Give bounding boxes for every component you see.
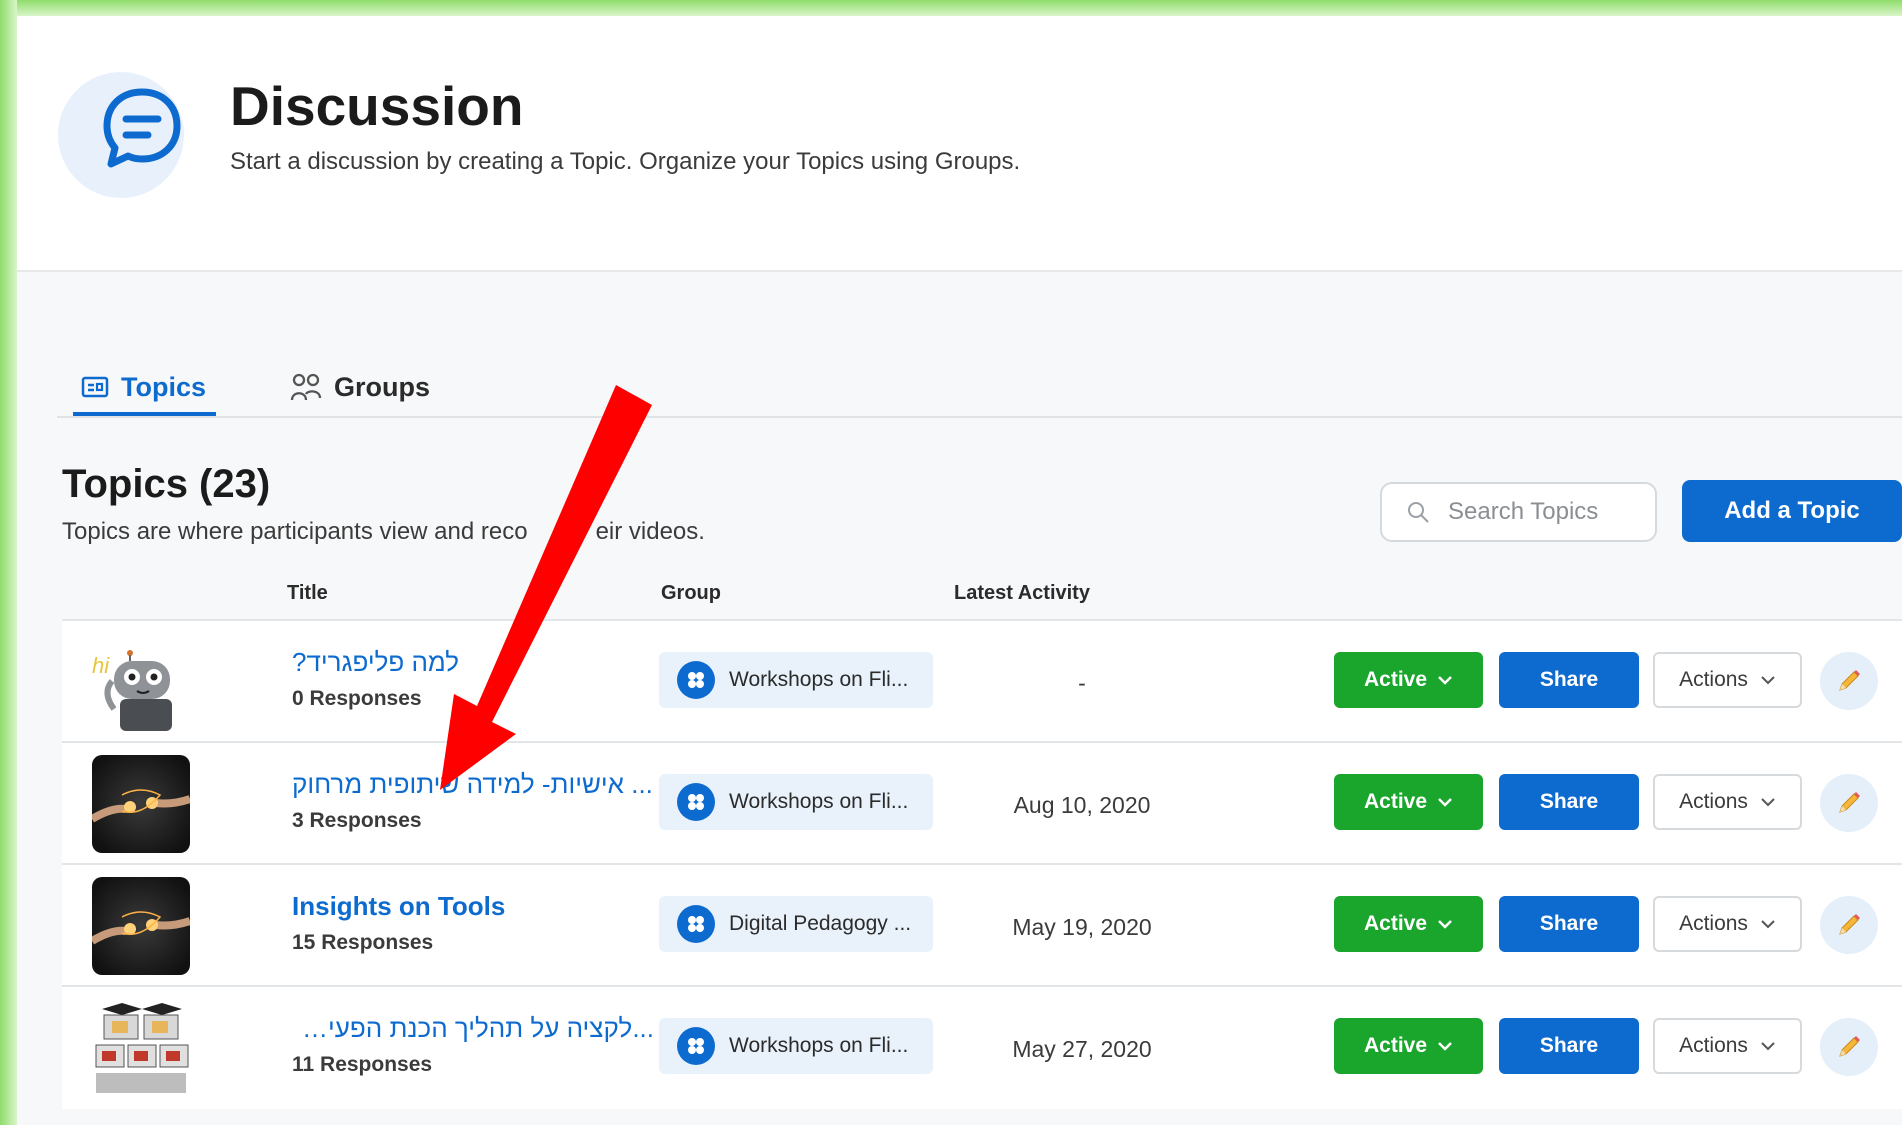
pencil-icon [1839,914,1860,935]
topic-thumbnail-sparks[interactable] [92,755,190,853]
actions-dropdown-button[interactable]: Actions [1653,1018,1802,1074]
status-label: Active [1363,668,1428,691]
latest-activity: - [1078,670,1086,696]
tab-topics[interactable]: Topics [73,360,217,416]
actions-label: Actions [1679,912,1748,935]
status-label: Active [1363,912,1428,935]
column-header-title[interactable]: Title [287,582,328,605]
status-label: Active [1363,790,1428,813]
topic-group-chip[interactable]: Workshops on Fli... [659,774,933,830]
topics-heading: Topics (23) [62,462,271,506]
search-input[interactable] [1446,497,1650,527]
edit-button[interactable] [1820,774,1878,832]
column-header-latest-activity[interactable]: Latest Activity [954,582,1090,605]
chevron-down-icon [1438,798,1452,807]
chevron-down-icon [1761,798,1775,807]
pencil-icon [1839,670,1860,691]
page-subtitle: Start a discussion by creating a Topic. … [230,148,1021,175]
main-content: Topics Groups Topics (23) Topics are whe… [17,272,1902,1125]
share-button[interactable]: Share [1499,774,1639,830]
edit-button[interactable] [1820,896,1878,954]
table-row[interactable]: hi למה פליפגריד? 0 Responses Workshops o [62,619,1902,743]
chevron-down-icon [1438,920,1452,929]
status-label: Active [1363,1034,1428,1057]
group-icon [677,661,715,699]
status-dropdown-button[interactable]: Active [1334,896,1483,952]
topics-icon [81,376,109,398]
tab-groups-label: Groups [334,371,431,402]
topic-group-chip[interactable]: Workshops on Fli... [659,1018,933,1074]
groups-icon [290,373,322,401]
topic-title-link[interactable]: ...לקציה על תהליך הכנת הפעילות [292,1013,654,1044]
share-button[interactable]: Share [1499,1018,1639,1074]
search-icon [1408,502,1429,523]
topic-group-chip[interactable]: Workshops on Fli... [659,652,933,708]
topic-response-count: 15 Responses [292,931,434,954]
group-name: Digital Pedagogy ... [729,912,912,935]
topic-thumbnail-graduates[interactable] [92,999,190,1097]
topic-thumbnail-sparks[interactable] [92,877,190,975]
table-row[interactable]: Insights on Tools 15 Responses Digital P… [62,863,1902,987]
page-header: Discussion Start a discussion by creatin… [17,16,1902,272]
topic-response-count: 0 Responses [292,687,422,710]
screenshot-frame-top [0,0,1902,16]
group-name: Workshops on Fli... [729,1034,909,1057]
latest-activity: May 27, 2020 [1012,1036,1152,1062]
topic-title-link[interactable]: ... אישיות- למידה שיתופית מרחוק [292,769,654,800]
actions-dropdown-button[interactable]: Actions [1653,896,1802,952]
group-icon [677,905,715,943]
column-header-group[interactable]: Group [661,582,721,605]
chevron-down-icon [1761,920,1775,929]
add-topic-button[interactable]: Add a Topic [1682,480,1902,542]
actions-dropdown-button[interactable]: Actions [1653,774,1802,830]
topic-group-chip[interactable]: Digital Pedagogy ... [659,896,933,952]
group-name: Workshops on Fli... [729,790,909,813]
topics-description: Topics are where participants view and r… [62,518,705,545]
chevron-down-icon [1761,676,1775,685]
share-button[interactable]: Share [1499,896,1639,952]
actions-dropdown-button[interactable]: Actions [1653,652,1802,708]
screenshot-frame-left [0,0,17,1125]
status-dropdown-button[interactable]: Active [1334,1018,1483,1074]
page-title: Discussion [230,75,524,137]
table-row[interactable]: ...לקציה על תהליך הכנת הפעילות 11 Respon… [62,985,1902,1109]
tab-groups[interactable]: Groups [290,360,430,414]
share-button[interactable]: Share [1499,652,1639,708]
group-icon [677,1027,715,1065]
chevron-down-icon [1438,676,1452,685]
edit-button[interactable] [1820,1018,1878,1076]
topic-response-count: 11 Responses [292,1053,433,1076]
status-dropdown-button[interactable]: Active [1334,774,1483,830]
latest-activity: Aug 10, 2020 [1013,792,1151,818]
pencil-icon [1839,1036,1860,1057]
actions-label: Actions [1679,790,1748,813]
edit-button[interactable] [1820,652,1878,710]
search-box[interactable] [1380,482,1657,542]
group-icon [677,783,715,821]
topic-response-count: 3 Responses [292,809,422,832]
actions-label: Actions [1679,668,1748,691]
pencil-icon [1839,792,1860,813]
chevron-down-icon [1438,1042,1452,1051]
tab-topics-label: Topics [121,371,207,402]
svg-text:hi: hi [92,653,110,678]
topic-title-link[interactable]: למה פליפגריד? [292,647,654,678]
discussion-icon [58,72,184,198]
chevron-down-icon [1761,1042,1775,1051]
group-name: Workshops on Fli... [729,668,909,691]
topic-title-link[interactable]: Insights on Tools [292,891,654,922]
latest-activity: May 19, 2020 [1012,914,1152,940]
status-dropdown-button[interactable]: Active [1334,652,1483,708]
tab-bar: Topics Groups [57,360,1902,418]
table-row[interactable]: ... אישיות- למידה שיתופית מרחוק 3 Respon… [62,741,1902,865]
topic-thumbnail-robot[interactable]: hi [92,633,190,731]
actions-label: Actions [1679,1034,1748,1057]
